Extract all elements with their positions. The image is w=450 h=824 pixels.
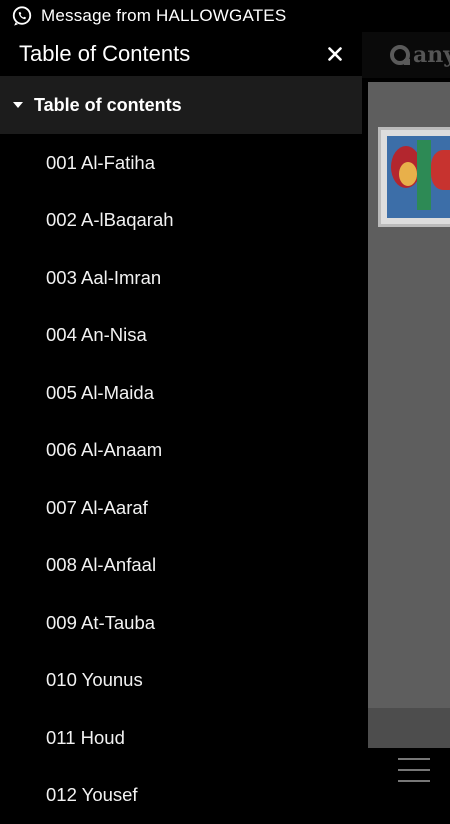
close-icon: [328, 47, 342, 61]
toc-item-label: 011 Houd: [46, 727, 125, 749]
status-bar: Message from HALLOWGATES: [0, 0, 450, 32]
app-logo: anyf: [390, 42, 450, 68]
logo-text: anyf: [413, 42, 450, 68]
toc-item-label: 004 An-Nisa: [46, 324, 147, 346]
book-cover-thumbnail[interactable]: [378, 127, 450, 227]
toc-item[interactable]: 001 Al-Fatiha: [0, 134, 362, 192]
whatsapp-icon: [11, 5, 33, 27]
toc-item[interactable]: 010 Younus: [0, 652, 362, 710]
notification-text: Message from HALLOWGATES: [41, 6, 286, 26]
toc-item[interactable]: 009 At-Tauba: [0, 594, 362, 652]
toc-item-label: 012 Yousef: [46, 784, 138, 806]
toc-section-label: Table of contents: [34, 95, 182, 116]
toc-item[interactable]: 012 Yousef: [0, 767, 362, 824]
toc-item-label: 005 Al-Maida: [46, 382, 154, 404]
toc-item-label: 001 Al-Fatiha: [46, 152, 155, 174]
toc-item[interactable]: 006 Al-Anaam: [0, 422, 362, 480]
toc-list: 001 Al-Fatiha 002 A-lBaqarah 003 Aal-Imr…: [0, 134, 362, 824]
background-header: anyf: [362, 32, 450, 78]
background-strip: [368, 708, 450, 748]
toc-item[interactable]: 005 Al-Maida: [0, 364, 362, 422]
toc-item-label: 007 Al-Aaraf: [46, 497, 148, 519]
toc-item-label: 003 Aal-Imran: [46, 267, 161, 289]
toc-item-label: 002 A-lBaqarah: [46, 209, 174, 231]
hamburger-menu-icon[interactable]: [398, 758, 430, 792]
close-button[interactable]: [320, 39, 350, 69]
toc-item-label: 009 At-Tauba: [46, 612, 155, 634]
toc-item[interactable]: 011 Houd: [0, 709, 362, 767]
cover-artwork: [387, 136, 450, 218]
toc-item[interactable]: 007 Al-Aaraf: [0, 479, 362, 537]
drawer-title: Table of Contents: [19, 41, 190, 67]
toc-item[interactable]: 008 Al-Anfaal: [0, 537, 362, 595]
drawer-header: Table of Contents: [0, 32, 362, 76]
toc-item[interactable]: 002 A-lBaqarah: [0, 192, 362, 250]
logo-icon: [390, 45, 410, 65]
toc-drawer: Table of Contents Table of contents 001 …: [0, 32, 362, 800]
toc-item-label: 006 Al-Anaam: [46, 439, 162, 461]
toc-section-header[interactable]: Table of contents: [0, 76, 362, 134]
toc-item[interactable]: 003 Aal-Imran: [0, 249, 362, 307]
toc-item[interactable]: 004 An-Nisa: [0, 307, 362, 365]
toc-item-label: 008 Al-Anfaal: [46, 554, 156, 576]
toc-item-label: 010 Younus: [46, 669, 143, 691]
caret-down-icon: [13, 102, 23, 108]
